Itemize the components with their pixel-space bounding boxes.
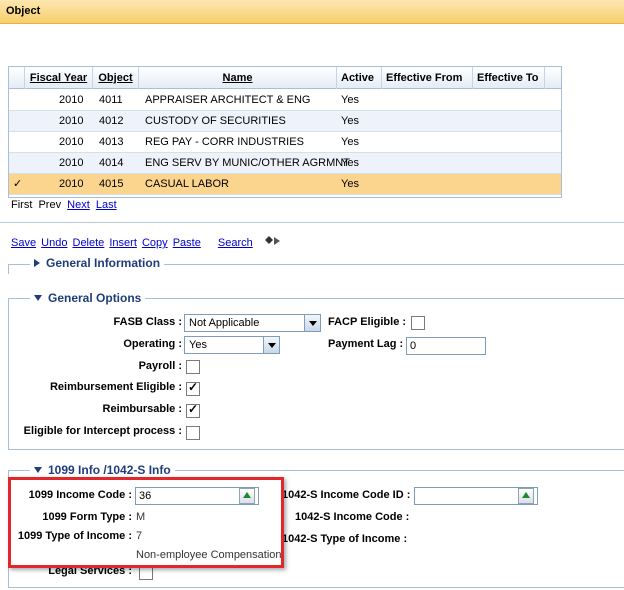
row-active: Yes	[341, 136, 359, 148]
intercept-label: Eligible for Intercept process :	[23, 425, 182, 437]
reimbursable-checkbox[interactable]: ✓	[186, 402, 200, 418]
operating-select[interactable]: Yes	[184, 336, 280, 354]
payment-lag-input[interactable]: 0	[406, 337, 486, 355]
s-income-code-id-label: 1042-S Income Code ID :	[282, 489, 411, 501]
operating-value: Yes	[189, 339, 207, 351]
grid-header-check	[9, 67, 25, 89]
row-check: ✓	[13, 178, 23, 190]
row-name: CUSTODY OF SECURITIES	[145, 115, 286, 127]
fasb-class-select[interactable]: Not Applicable	[184, 314, 321, 332]
row-check	[13, 90, 25, 110]
row-active: Yes	[341, 157, 359, 169]
row-active: Yes	[341, 115, 359, 127]
table-row[interactable]: 2010 4014 ENG SERV BY MUNIC/OTHER AGRMNT…	[9, 153, 561, 174]
pager-prev: Prev	[38, 199, 62, 211]
column-object[interactable]: Object	[93, 67, 139, 89]
row-object: 4015	[99, 178, 124, 190]
row-name: ENG SERV BY MUNIC/OTHER AGRMNT	[145, 157, 350, 169]
pager: First Prev Next Last	[11, 199, 120, 211]
row-check	[13, 132, 25, 152]
object-grid: Fiscal Year Object Name Active Effective…	[8, 66, 562, 198]
row-fiscal-year: 2010	[59, 136, 84, 148]
lookup-icon[interactable]	[518, 488, 534, 504]
row-fiscal-year: 2010	[59, 94, 84, 106]
row-object: 4011	[99, 94, 123, 106]
row-name: APPRAISER ARCHITECT & ENG	[145, 94, 311, 106]
column-active[interactable]: Active	[337, 67, 382, 89]
grid-header: Fiscal Year Object Name Active Effective…	[9, 67, 561, 89]
reimbursable-label: Reimbursable :	[102, 403, 182, 415]
copy-link[interactable]: Copy	[142, 237, 168, 249]
section-title: 1099 Info /1042-S Info	[48, 463, 171, 477]
insert-link[interactable]: Insert	[109, 237, 137, 249]
payroll-label: Payroll :	[138, 360, 182, 372]
column-effective-from[interactable]: Effective From	[382, 67, 473, 89]
chevron-down-icon	[304, 315, 320, 331]
search-link[interactable]: Search	[218, 237, 253, 249]
collapse-arrow-icon	[34, 467, 42, 473]
row-check	[13, 111, 25, 131]
paste-link[interactable]: Paste	[173, 237, 201, 249]
section-title: General Options	[48, 291, 142, 305]
window-titlebar: Object	[0, 0, 624, 24]
nav-arrows-icon[interactable]	[264, 236, 282, 246]
highlight-box	[8, 477, 284, 568]
window-title: Object	[6, 5, 41, 17]
fasb-class-label: FASB Class :	[113, 316, 182, 328]
row-active: Yes	[341, 94, 359, 106]
facp-eligible-label: FACP Eligible :	[328, 316, 407, 328]
table-row[interactable]: 2010 4012 CUSTODY OF SECURITIES Yes	[9, 111, 561, 132]
column-fiscal-year[interactable]: Fiscal Year	[25, 67, 93, 89]
checkmark-icon: ✓	[188, 380, 199, 394]
intercept-checkbox[interactable]	[186, 426, 200, 440]
row-name: CASUAL LABOR	[145, 178, 229, 190]
chevron-down-icon	[263, 337, 279, 353]
row-object: 4013	[99, 136, 124, 148]
payroll-checkbox[interactable]	[186, 360, 200, 374]
table-row[interactable]: 2010 4011 APPRAISER ARCHITECT & ENG Yes	[9, 90, 561, 111]
legal-services-checkbox[interactable]	[139, 566, 153, 580]
expand-arrow-icon	[34, 259, 40, 267]
row-object: 4014	[99, 157, 124, 169]
undo-link[interactable]: Undo	[41, 237, 67, 249]
row-object: 4012	[99, 115, 124, 127]
pager-first: First	[11, 199, 33, 211]
s-type-income-label: 1042-S Type of Income :	[282, 533, 408, 545]
info-1099-header[interactable]: 1099 Info /1042-S Info	[30, 463, 175, 477]
collapse-arrow-icon	[34, 295, 42, 301]
section-title: General Information	[46, 256, 161, 270]
row-active: Yes	[341, 178, 359, 190]
payment-lag-value: 0	[410, 340, 417, 352]
table-row-selected[interactable]: ✓ 2010 4015 CASUAL LABOR Yes	[9, 174, 561, 195]
pager-last-link[interactable]: Last	[96, 199, 117, 211]
column-name[interactable]: Name	[139, 67, 337, 89]
pager-next-link[interactable]: Next	[67, 199, 90, 211]
reimbursement-eligible-label: Reimbursement Eligible :	[49, 381, 182, 393]
column-effective-to[interactable]: Effective To	[473, 67, 545, 89]
row-fiscal-year: 2010	[59, 178, 84, 190]
checkmark-icon: ✓	[188, 402, 199, 416]
general-options-header[interactable]: General Options	[30, 291, 146, 305]
divider	[0, 222, 624, 223]
save-link[interactable]: Save	[11, 237, 36, 249]
fasb-class-value: Not Applicable	[189, 317, 260, 329]
table-row[interactable]: 2010 4013 REG PAY - CORR INDUSTRIES Yes	[9, 132, 561, 153]
payment-lag-label: Payment Lag :	[328, 338, 404, 350]
row-name: REG PAY - CORR INDUSTRIES	[145, 136, 304, 148]
general-information-header[interactable]: General Information	[30, 256, 165, 270]
reimbursement-eligible-checkbox[interactable]: ✓	[186, 380, 200, 396]
delete-link[interactable]: Delete	[73, 237, 105, 249]
row-fiscal-year: 2010	[59, 157, 84, 169]
row-check	[13, 153, 25, 173]
row-fiscal-year: 2010	[59, 115, 84, 127]
s-income-code-label: 1042-S Income Code :	[295, 511, 410, 523]
toolbar: Save Undo Delete Insert Copy Paste Searc…	[11, 237, 255, 249]
operating-label: Operating :	[123, 338, 182, 350]
facp-eligible-checkbox[interactable]	[411, 316, 425, 330]
